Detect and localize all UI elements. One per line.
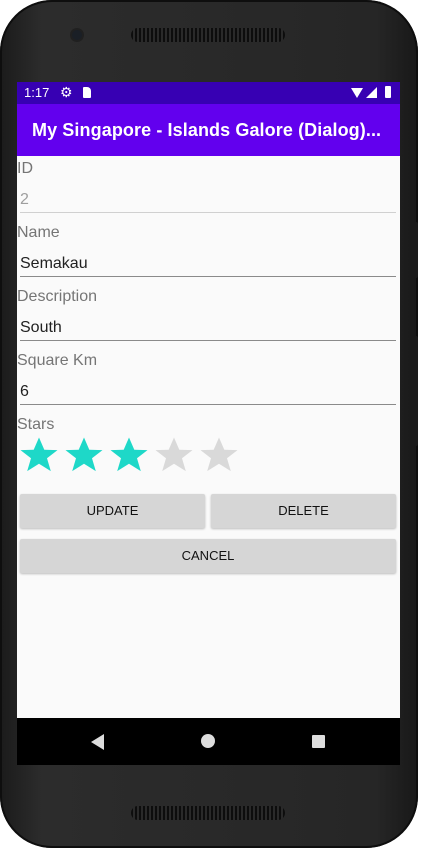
- square-km-field[interactable]: 6: [20, 383, 29, 401]
- update-button[interactable]: UPDATE: [20, 494, 205, 528]
- screen: 1:17 ⚙ My Singapore - Islands Galore (Di…: [17, 82, 400, 765]
- bottom-speaker: [131, 806, 285, 820]
- description-label: Description: [17, 288, 98, 305]
- status-bar: 1:17 ⚙: [17, 82, 400, 104]
- star-filled-icon[interactable]: [19, 436, 59, 473]
- id-field: 2: [20, 191, 29, 208]
- description-field-underline: [20, 340, 396, 341]
- star-empty-icon[interactable]: [199, 436, 239, 473]
- description-field[interactable]: South: [20, 319, 62, 337]
- id-label: ID: [17, 160, 33, 177]
- stars-label: Stars: [17, 416, 55, 433]
- status-time: 1:17: [24, 85, 50, 100]
- name-field-underline: [20, 276, 396, 277]
- app-bar: My Singapore - Islands Galore (Dialog)..…: [17, 104, 400, 156]
- home-icon[interactable]: [201, 734, 215, 748]
- star-filled-icon[interactable]: [109, 436, 149, 473]
- square-km-field-underline: [20, 404, 396, 405]
- power-button: [414, 336, 418, 446]
- battery-icon: [385, 86, 391, 98]
- app-title: My Singapore - Islands Galore (Dialog)..…: [32, 120, 382, 140]
- square-km-label: Square Km: [17, 352, 98, 369]
- star-filled-icon[interactable]: [64, 436, 104, 473]
- top-speaker: [131, 28, 285, 42]
- navigation-bar: [17, 718, 400, 765]
- recents-icon[interactable]: [312, 735, 325, 748]
- id-field-underline: [20, 212, 396, 213]
- wifi-icon: [351, 88, 363, 98]
- name-field[interactable]: Semakau: [20, 255, 88, 273]
- front-camera: [72, 30, 82, 40]
- signal-icon: [366, 87, 377, 98]
- stars-rating-bar[interactable]: [19, 436, 239, 473]
- sim-card-icon: [83, 87, 91, 98]
- back-icon[interactable]: [91, 734, 104, 750]
- delete-button[interactable]: DELETE: [211, 494, 396, 528]
- name-label: Name: [17, 224, 60, 241]
- star-empty-icon[interactable]: [154, 436, 194, 473]
- volume-button: [414, 222, 418, 278]
- phone-frame: 1:17 ⚙ My Singapore - Islands Galore (Di…: [0, 0, 418, 848]
- cancel-button[interactable]: CANCEL: [20, 539, 396, 573]
- settings-gear-icon: ⚙: [60, 84, 73, 100]
